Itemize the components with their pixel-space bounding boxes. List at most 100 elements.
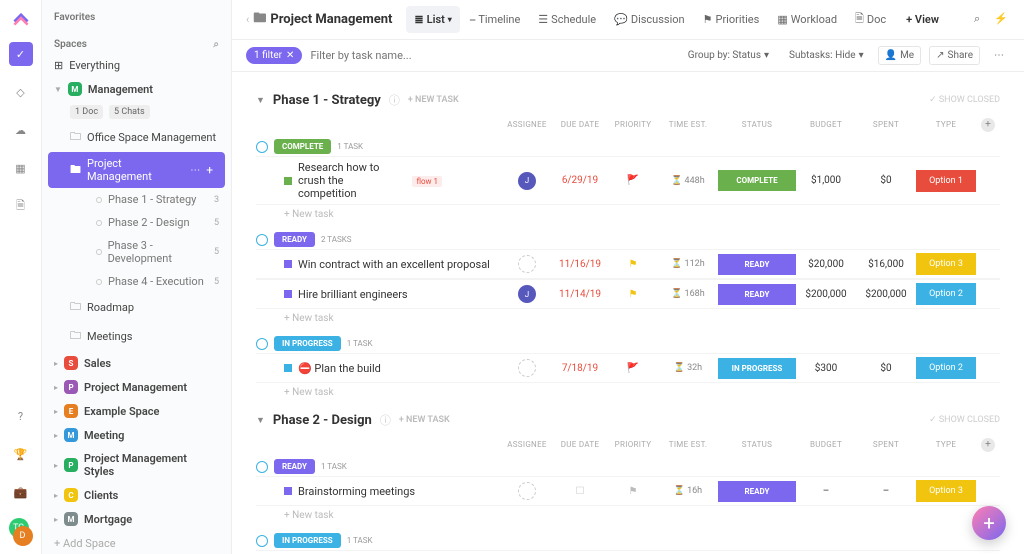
group-by-dropdown[interactable]: Group by: Status ▾: [682, 47, 775, 64]
priority-cell[interactable]: 🚩: [608, 363, 658, 374]
task-name-cell[interactable]: Brainstorming meetings: [284, 481, 502, 502]
status-cell[interactable]: COMPLETE: [718, 170, 796, 191]
add-column-button[interactable]: +: [981, 438, 995, 452]
add-column-button[interactable]: +: [981, 118, 995, 132]
type-cell[interactable]: Option 1: [916, 170, 976, 192]
sidebar-list-item[interactable]: Phase 3 - Development 5: [42, 234, 231, 270]
info-icon[interactable]: ⓘ: [389, 92, 400, 108]
spent-cell[interactable]: $0: [856, 363, 916, 374]
assignee-cell[interactable]: ⊕: [502, 359, 552, 377]
assignee-empty[interactable]: ⊕: [518, 255, 536, 273]
due-date-cell[interactable]: 11/14/19: [552, 289, 608, 300]
bolt-icon[interactable]: ⚡: [994, 12, 1010, 28]
rail-work-icon[interactable]: 💼: [9, 480, 33, 504]
priority-cell[interactable]: ⚑: [608, 289, 658, 300]
subtask-tag[interactable]: flow 1: [412, 176, 442, 187]
view-tab-list[interactable]: ≣ List ▾: [406, 6, 459, 33]
rail-notifications-icon[interactable]: ◇: [9, 80, 33, 104]
task-row[interactable]: ⛔ Write a knowledge base J 8/18/19 ⚑ ⏳40…: [256, 550, 1000, 554]
new-task-inline-button[interactable]: + New task: [256, 383, 1000, 402]
budget-cell[interactable]: $20,000: [796, 259, 856, 270]
search-icon[interactable]: ⌕: [213, 39, 219, 50]
priority-cell[interactable]: 🚩: [608, 175, 658, 186]
spent-cell[interactable]: $200,000: [856, 289, 916, 300]
sidebar-space-item[interactable]: ▸ E Example Space: [42, 399, 231, 423]
add-view-button[interactable]: + View: [898, 9, 947, 30]
sidebar-space-management[interactable]: ▼ M Management: [42, 77, 231, 101]
close-icon[interactable]: ✕: [286, 50, 294, 61]
status-cell[interactable]: READY: [718, 481, 796, 502]
rail-help-icon[interactable]: ?: [9, 404, 33, 428]
task-row[interactable]: Brainstorming meetings ⊕ ☐ ⚑ ⏳16h READY …: [256, 476, 1000, 506]
doc-chip[interactable]: 1 Doc: [70, 105, 103, 119]
view-tab-schedule[interactable]: ☰ Schedule: [530, 6, 604, 33]
due-date-cell[interactable]: 7/18/19: [552, 363, 608, 374]
time-estimate-cell[interactable]: ⏳16h: [658, 486, 718, 496]
group-header[interactable]: READY 1 TASK: [256, 459, 1000, 474]
filter-pill[interactable]: 1 filter ✕: [246, 47, 302, 64]
info-icon[interactable]: ⓘ: [380, 412, 391, 428]
subtasks-dropdown[interactable]: Subtasks: Hide ▾: [783, 47, 870, 64]
sidebar-everything[interactable]: ⊞ Everything: [42, 54, 231, 77]
task-name-cell[interactable]: Win contract with an excellent proposal: [284, 254, 502, 275]
time-estimate-cell[interactable]: ⏳112h: [658, 259, 718, 269]
new-task-button[interactable]: + NEW TASK: [408, 95, 459, 105]
sidebar-space-item[interactable]: ▸ C Clients: [42, 483, 231, 507]
sidebar-list-item[interactable]: Phase 4 - Execution 5: [42, 270, 231, 293]
sidebar-list-item[interactable]: Phase 1 - Strategy 3: [42, 188, 231, 211]
due-date-cell[interactable]: 6/29/19: [552, 175, 608, 186]
assignee-avatar[interactable]: J: [518, 172, 536, 190]
time-estimate-cell[interactable]: ⏳32h: [658, 363, 718, 373]
spent-cell[interactable]: $0: [856, 175, 916, 186]
collapse-toggle[interactable]: [256, 461, 268, 473]
time-estimate-cell[interactable]: ⏳448h: [658, 176, 718, 186]
rail-dashboards-icon[interactable]: ▦: [9, 156, 33, 180]
budget-cell[interactable]: $1,000: [796, 175, 856, 186]
sidebar-space-item[interactable]: ▸ S Sales: [42, 351, 231, 375]
group-header[interactable]: COMPLETE 1 TASK: [256, 139, 1000, 154]
budget-cell[interactable]: $300: [796, 363, 856, 374]
view-tab-discussion[interactable]: 💬 Discussion: [606, 6, 692, 33]
filter-search-input[interactable]: [310, 49, 490, 62]
sidebar-space-item[interactable]: ▸ P Project Management Styles: [42, 447, 231, 483]
assignee-cell[interactable]: ⊕: [502, 482, 552, 500]
status-cell[interactable]: IN PROGRESS: [718, 358, 796, 379]
task-row[interactable]: Hire brilliant engineers J 11/14/19 ⚑ ⏳1…: [256, 279, 1000, 309]
collapse-toggle[interactable]: [256, 338, 268, 350]
new-task-inline-button[interactable]: + New task: [256, 309, 1000, 328]
budget-cell[interactable]: $200,000: [796, 289, 856, 300]
priority-cell[interactable]: ⚑: [608, 486, 658, 497]
budget-cell[interactable]: –: [796, 486, 856, 497]
rail-avatars[interactable]: TCD: [7, 518, 35, 546]
task-name-cell[interactable]: Research how to crush the competition fl…: [284, 157, 502, 204]
new-task-inline-button[interactable]: + New task: [256, 205, 1000, 224]
group-header[interactable]: READY 2 TASKS: [256, 232, 1000, 247]
show-closed-toggle[interactable]: ✓ SHOW CLOSED: [929, 415, 1000, 425]
view-tab-workload[interactable]: ▦ Workload: [769, 6, 845, 33]
sidebar-space-item[interactable]: ▸ M Meeting: [42, 423, 231, 447]
rail-inbox-icon[interactable]: ☁: [9, 118, 33, 142]
type-cell[interactable]: Option 2: [916, 283, 976, 305]
collapse-toggle[interactable]: [256, 234, 268, 246]
more-icon[interactable]: ⋯: [988, 47, 1010, 64]
add-space-button[interactable]: + Add Space: [42, 531, 231, 554]
time-estimate-cell[interactable]: ⏳168h: [658, 289, 718, 299]
type-cell[interactable]: Option 3: [916, 253, 976, 275]
app-logo[interactable]: [11, 8, 31, 28]
group-header[interactable]: IN PROGRESS 1 TASK: [256, 533, 1000, 548]
sidebar-folder-roadmap[interactable]: 🗀 Roadmap: [42, 293, 231, 322]
more-icon[interactable]: ⋯: [190, 165, 200, 176]
view-tab-timeline[interactable]: ⎯ Timeline: [462, 6, 528, 33]
task-row[interactable]: Win contract with an excellent proposal …: [256, 249, 1000, 279]
view-tab-priorities[interactable]: ⚑ Priorities: [695, 6, 768, 33]
chats-chip[interactable]: 5 Chats: [109, 105, 150, 119]
sidebar-space-item[interactable]: ▸ P Project Management: [42, 375, 231, 399]
share-button[interactable]: ↗ Share: [929, 46, 980, 65]
due-date-cell[interactable]: 11/16/19: [552, 259, 608, 270]
assignee-cell[interactable]: J: [502, 172, 552, 190]
collapse-toggle[interactable]: [256, 535, 268, 547]
assignee-empty[interactable]: ⊕: [518, 359, 536, 377]
rail-home-icon[interactable]: ✓: [9, 42, 33, 66]
me-filter-button[interactable]: 👤 Me: [878, 46, 922, 65]
assignee-cell[interactable]: J: [502, 285, 552, 303]
